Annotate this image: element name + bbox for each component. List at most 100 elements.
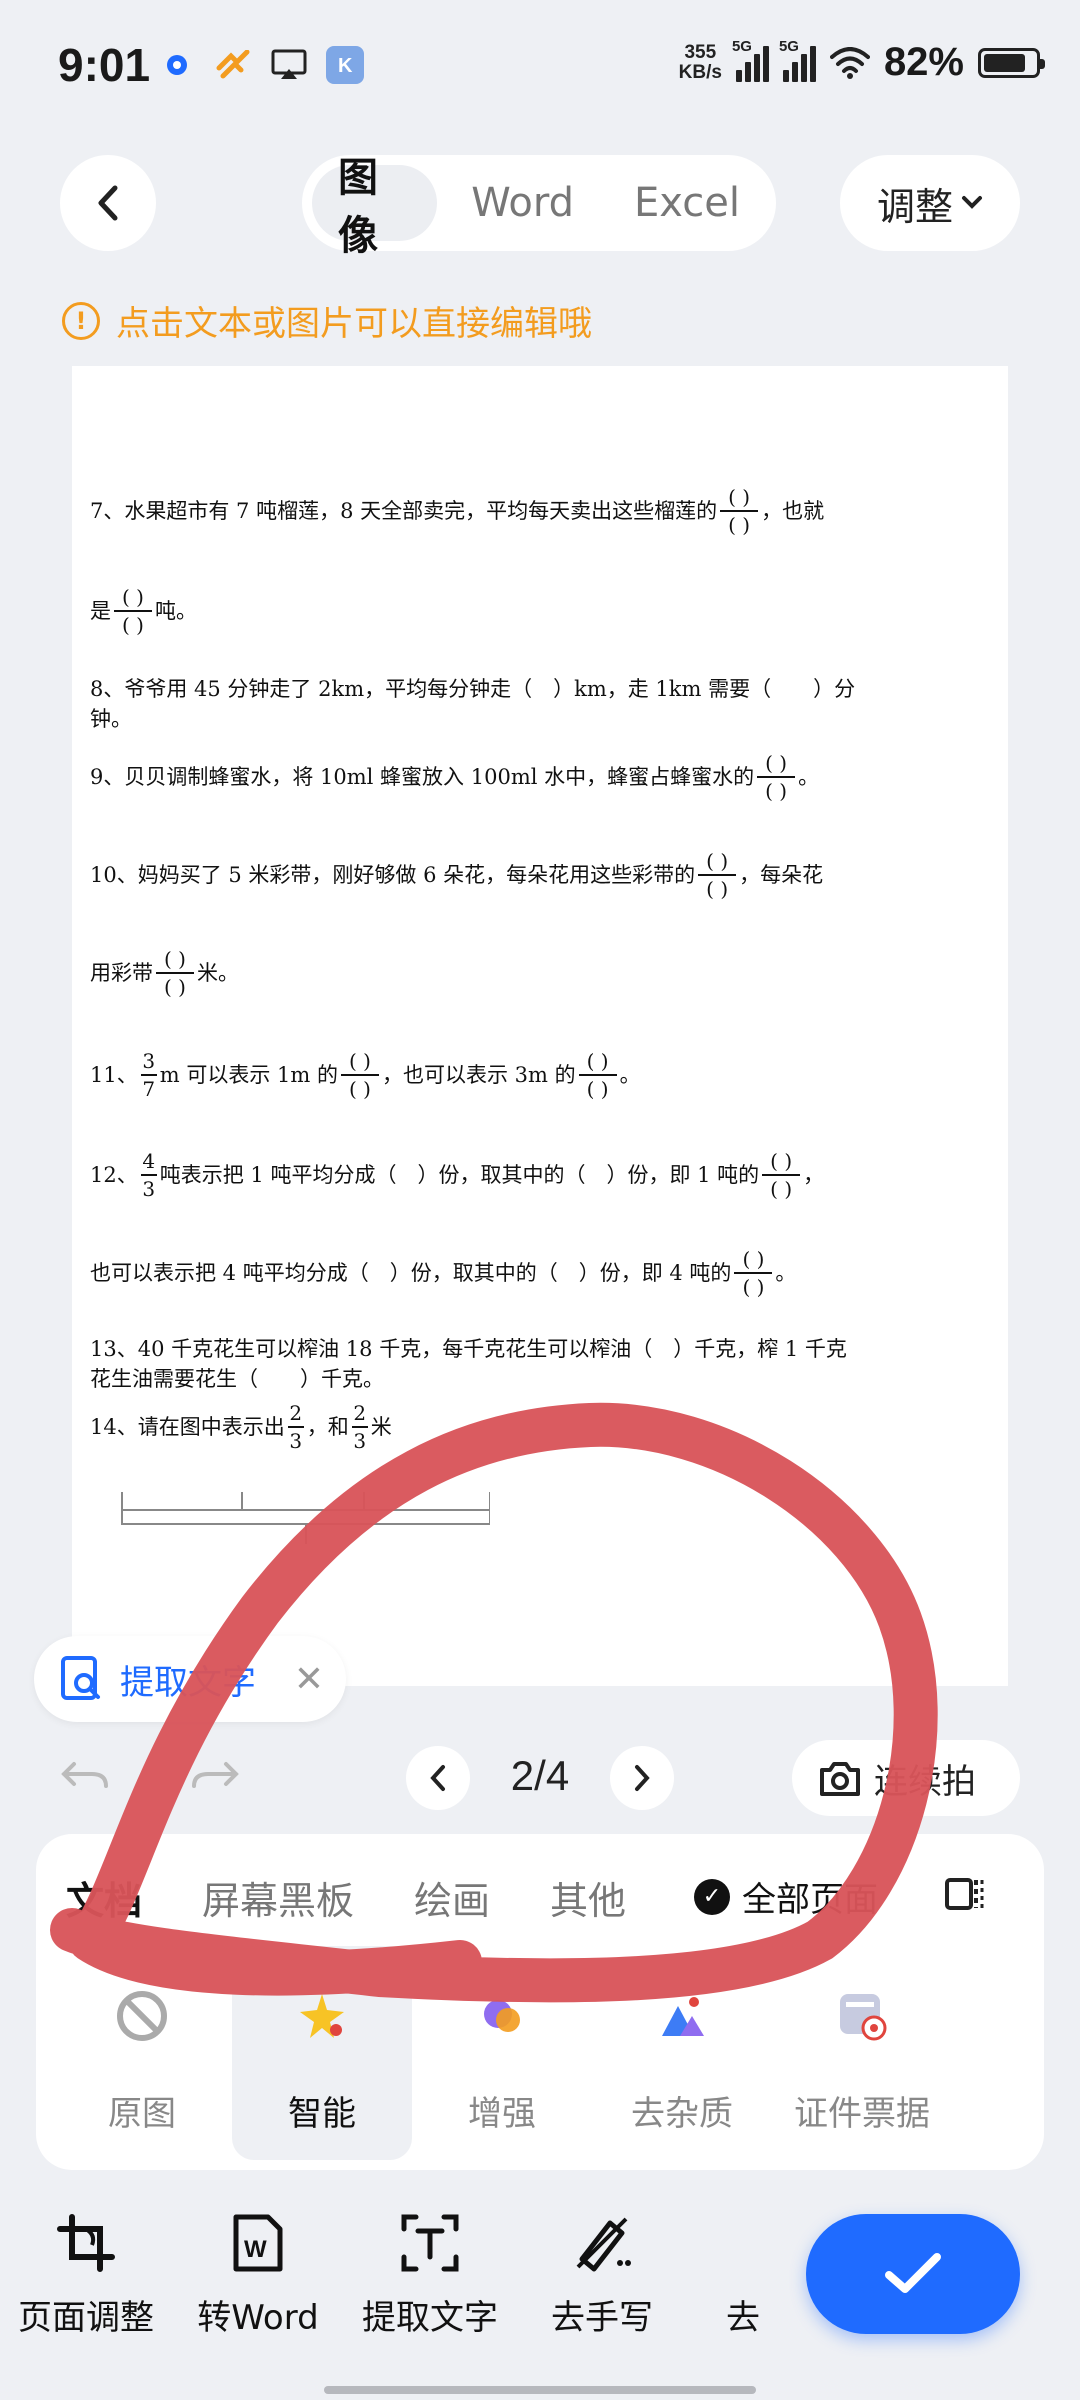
previous-page-button[interactable] <box>406 1746 470 1810</box>
q11-text-c: ，也可以表示 3m 的 <box>381 1063 576 1087</box>
q11-text-d: 。 <box>619 1063 641 1087</box>
fraction-blank: ( ) ( ) <box>734 1248 773 1298</box>
fraction-2-3-b: 23 <box>351 1402 368 1452</box>
frac-den: ( ) <box>706 877 729 901</box>
tab-document[interactable]: 文档 <box>66 1870 142 1925</box>
question-9[interactable]: 9、贝贝调制蜂蜜水，将 10ml 蜂蜜放入 100ml 水中，蜂蜜占蜂蜜水的 (… <box>90 752 819 802</box>
question-8-line1[interactable]: 8、爷爷用 45 分钟走了 2km，平均每分钟走（ ）km，走 1km 需要（ … <box>90 674 855 704</box>
extract-text-button[interactable]: 提取文字 <box>344 2208 516 2348</box>
frac-den: 3 <box>142 1177 156 1201</box>
text-extract-icon <box>401 2214 459 2272</box>
question-12-line1[interactable]: 12、 43 吨表示把 1 吨平均分成（ ）份，取其中的（ ）份，即 1 吨的 … <box>90 1150 824 1200</box>
filter-smart[interactable]: 智能 <box>232 1946 412 2160</box>
extract-text-chip[interactable]: 提取文字 ✕ <box>34 1636 346 1722</box>
filter-label: 证件票据 <box>794 2094 930 2134</box>
svg-text:K: K <box>338 55 353 77</box>
remove-noise-icon <box>662 1997 704 2036</box>
id-document-icon <box>840 1994 887 2041</box>
q12-text-b: 吨表示把 1 吨平均分成（ ）份，取其中的（ ）份，即 1 吨的 <box>159 1163 760 1187</box>
frac-den: ( ) <box>765 779 788 803</box>
question-10-line2[interactable]: 用彩带 ( ) ( ) 米。 <box>90 948 239 998</box>
question-11[interactable]: 11、 37 m 可以表示 1m 的 ( )( ) ，也可以表示 3m 的 ( … <box>90 1050 641 1100</box>
q10-text-b: ，每朵花 <box>739 863 824 887</box>
tab-screen-board[interactable]: 屏幕黑板 <box>202 1870 354 1925</box>
undo-icon[interactable] <box>60 1756 110 1796</box>
toolbar-label: 转Word <box>197 2298 319 2338</box>
q7-text-c: 是 <box>90 599 111 623</box>
smart-icon <box>300 1994 344 2038</box>
fraction-blank: ( ) ( ) <box>114 586 152 636</box>
filter-label: 增强 <box>468 2094 536 2134</box>
filter-remove-noise[interactable]: 去杂质 <box>592 1946 772 2160</box>
signal-icon: 5G <box>732 38 769 82</box>
tab-excel[interactable]: Excel <box>608 165 766 241</box>
frac-den: ( ) <box>770 1177 793 1201</box>
frac-num: 3 <box>142 1049 156 1073</box>
status-time: 9:01 <box>58 39 151 91</box>
toolbar-label: 提取文字 <box>362 2298 498 2338</box>
filter-enhance[interactable]: 增强 <box>412 1946 592 2160</box>
q10-text-c: 用彩带 <box>90 961 153 985</box>
adjust-button[interactable]: 调整 <box>840 155 1020 251</box>
extract-chip-label: 提取文字 <box>120 1662 256 1703</box>
compare-icon[interactable] <box>944 1874 986 1914</box>
continuous-label: 连续拍 <box>874 1761 976 1802</box>
confirm-button[interactable] <box>806 2214 1020 2334</box>
to-word-button[interactable]: W 转Word <box>172 2208 344 2348</box>
question-8-line2[interactable]: 钟。 <box>90 704 132 734</box>
back-button[interactable] <box>60 155 156 251</box>
fraction-blank: ( ) ( ) <box>720 486 759 537</box>
q14-text-b: ，和 <box>306 1415 349 1439</box>
q12-text-a: 12、 <box>90 1163 138 1187</box>
q9-text-a: 9、贝贝调制蜂蜜水，将 10ml 蜂蜜放入 100ml 水中，蜂蜜占蜂蜜水的 <box>90 765 755 789</box>
continuous-shoot-button[interactable]: 连续拍 <box>792 1740 1020 1816</box>
chevron-right-icon <box>635 1765 650 1791</box>
frac-den: ( ) <box>164 975 186 999</box>
question-13-line1[interactable]: 13、40 千克花生可以榨油 18 千克，每千克花生可以榨油（ ）千克，榨 1 … <box>90 1334 847 1364</box>
q7-text-b: ，也就 <box>761 499 825 523</box>
frac-num: ( ) <box>348 1049 371 1073</box>
filter-original[interactable]: 原图 <box>52 1946 232 2160</box>
frac-num: ( ) <box>765 751 788 775</box>
notification-icons: K <box>158 46 364 84</box>
toolbar-label: 页面调整 <box>18 2298 154 2338</box>
filter-id-document[interactable]: 证件票据 <box>772 1946 952 2160</box>
redo-icon[interactable] <box>190 1756 240 1796</box>
tab-painting[interactable]: 绘画 <box>414 1870 490 1925</box>
home-indicator[interactable] <box>324 2386 756 2394</box>
question-7-line1[interactable]: 7、水果超市有 7 吨榴莲，8 天全部卖完，平均每天卖出这些榴莲的 ( )( )… <box>90 486 824 536</box>
tab-other[interactable]: 其他 <box>550 1870 626 1925</box>
question-14[interactable]: 14、请在图中表示出 23 ，和 23 米 <box>90 1402 392 1452</box>
remove-handwriting-button[interactable]: 去手写 <box>516 2208 688 2348</box>
checkmark-icon <box>885 2253 941 2293</box>
question-13-line2[interactable]: 花生油需要花生（ ）千克。 <box>90 1364 384 1394</box>
q14-text-c: 米 <box>370 1415 392 1439</box>
frac-den: ( ) <box>728 513 751 537</box>
page-adjust-button[interactable]: 页面调整 <box>0 2208 172 2348</box>
status-bar: 9:01 K 355 KB/s 5G 5G 82% <box>0 0 1080 130</box>
q13-text-a: 13、40 千克花生可以榨油 18 千克，每千克花生可以榨油（ ）千克，榨 1 … <box>90 1337 847 1361</box>
question-10-line1[interactable]: 10、妈妈买了 5 米彩带，刚好够做 6 朵花，每朵花用这些彩带的 ( )( )… <box>90 850 823 900</box>
signal-icon-2: 5G <box>779 38 816 82</box>
fraction-blank: ( ) ( ) <box>156 948 194 998</box>
question-12-line2[interactable]: 也可以表示把 4 吨平均分成（ ）份，取其中的（ ）份，即 4 吨的 ( )( … <box>90 1248 796 1298</box>
wifi-icon <box>829 46 870 79</box>
more-tool-button[interactable]: 去 <box>688 2208 798 2348</box>
tab-image[interactable]: 图像 <box>312 155 438 259</box>
chevron-left-icon <box>430 1765 445 1791</box>
signal-type: 5G <box>731 37 752 55</box>
close-icon[interactable]: ✕ <box>294 1659 324 1700</box>
tab-word[interactable]: Word <box>445 165 600 241</box>
fraction-blank: ( ) ( ) <box>757 751 796 803</box>
apply-all-pages-toggle[interactable]: ✓ 全部页面 <box>694 1872 878 1921</box>
filter-label: 智能 <box>288 2094 356 2134</box>
document-page[interactable]: 7、水果超市有 7 吨榴莲，8 天全部卖完，平均每天卖出这些榴莲的 ( )( )… <box>72 366 1008 1686</box>
cast-icon <box>270 46 308 84</box>
no-filter-icon <box>117 1991 167 2041</box>
next-page-button[interactable] <box>610 1746 674 1810</box>
q8-text-a: 8、爷爷用 45 分钟走了 2km，平均每分钟走（ ）km，走 1km 需要（ … <box>90 677 856 701</box>
question-7-line2[interactable]: 是 ( ) ( ) 吨。 <box>90 586 197 636</box>
fraction-blank: ( ) ( ) <box>762 1150 801 1201</box>
toolbar-label: 去手写 <box>551 2298 653 2338</box>
swoosh-app-icon <box>214 46 252 84</box>
